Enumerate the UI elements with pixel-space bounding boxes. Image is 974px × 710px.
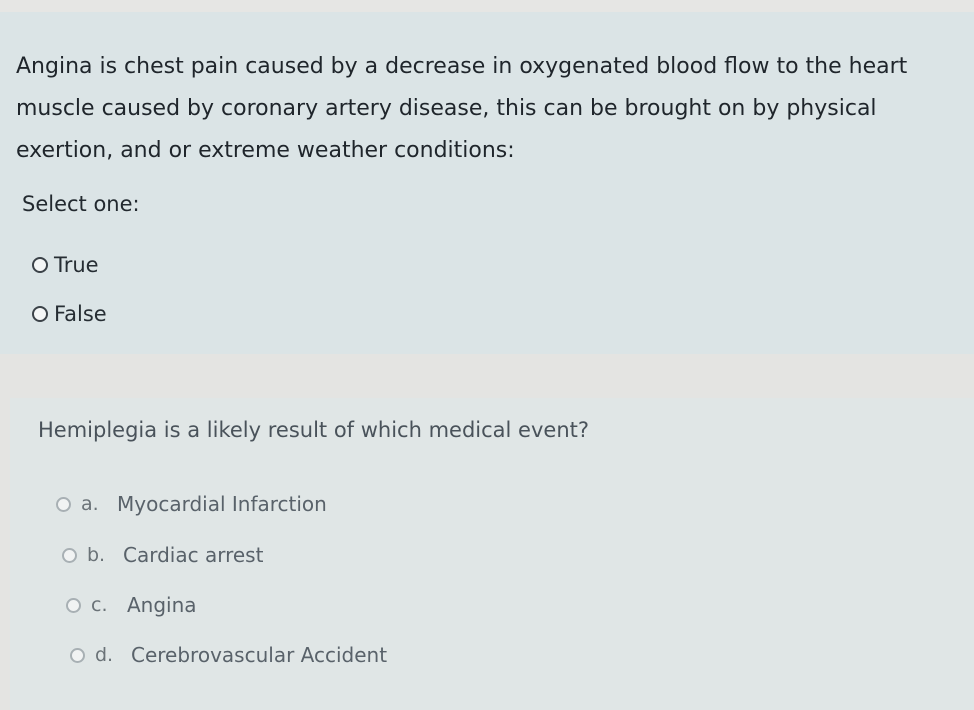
top-background-strip — [0, 0, 974, 12]
radio-button-b[interactable] — [62, 547, 77, 563]
option-d-label: Cerebrovascular Accident — [131, 643, 388, 667]
option-true-label: True — [54, 253, 99, 277]
option-d-letter: d. — [95, 644, 114, 666]
option-a[interactable]: a. Myocardial Infarction — [56, 492, 327, 516]
question-2-text: Hemiplegia is a likely result of which m… — [38, 418, 590, 442]
question-card-1: Angina is chest pain caused by a decreas… — [0, 12, 974, 354]
radio-button-d[interactable] — [70, 647, 85, 663]
radio-button-false[interactable] — [32, 306, 48, 322]
radio-button-c[interactable] — [66, 597, 81, 613]
question-1-text: Angina is chest pain caused by a decreas… — [16, 54, 908, 163]
select-one-label: Select one: — [22, 192, 140, 216]
option-a-label: Myocardial Infarction — [117, 492, 327, 516]
option-b-label: Cardiac arrest — [123, 543, 264, 567]
option-false[interactable]: False — [32, 302, 107, 326]
option-false-label: False — [54, 302, 107, 326]
option-true[interactable]: True — [32, 253, 99, 277]
option-c[interactable]: c. Angina — [66, 593, 197, 617]
radio-button-a[interactable] — [56, 496, 71, 512]
question-card-2: Hemiplegia is a likely result of which m… — [10, 398, 974, 710]
radio-button-true[interactable] — [32, 257, 48, 273]
option-c-label: Angina — [127, 593, 197, 617]
option-b[interactable]: b. Cardiac arrest — [62, 543, 263, 567]
option-a-letter: a. — [81, 493, 99, 515]
option-c-letter: c. — [91, 594, 108, 616]
option-d[interactable]: d. Cerebrovascular Accident — [70, 643, 387, 667]
option-b-letter: b. — [87, 544, 106, 566]
